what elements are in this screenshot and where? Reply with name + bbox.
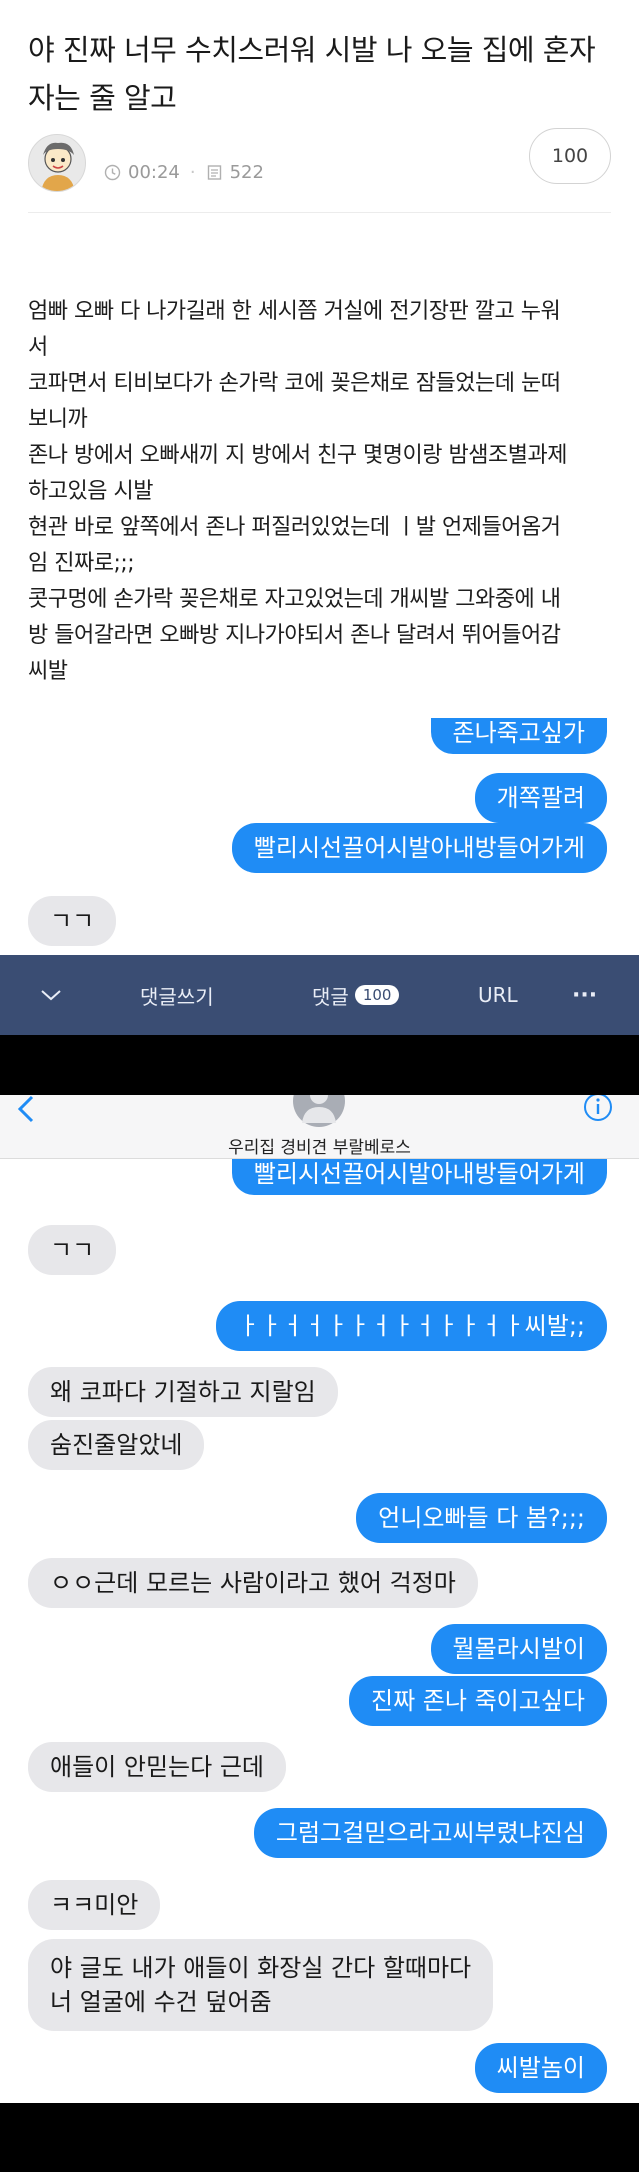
message-bubble-outgoing: 빨리시선끌어시발아내방들어가게 [231, 1159, 607, 1195]
message-bubble-outgoing: 씨발놈이 [474, 2043, 607, 2093]
post-body-line: 씨발 [28, 659, 68, 684]
post-body-line: 존나 방에서 오빠새끼 지 방에서 친구 몇명이랑 밤샘조별과제 [28, 443, 567, 468]
message-bubble-outgoing: 빨리시선끌어시발아내방들어가게 [231, 823, 607, 873]
views-icon [207, 165, 221, 180]
post-meta: 00:24 · 522 [104, 162, 264, 183]
message-text: 뭘몰라시발이 [452, 1635, 585, 1663]
post-body-line: 보니까 [28, 407, 88, 432]
message-text: 왜 코파다 기절하고 지랄임 [50, 1378, 316, 1406]
meta-separator: · [189, 162, 196, 183]
message-text: 언니오빠들 다 봄?;;; [378, 1504, 585, 1532]
message-bubble-outgoing: 존나죽고싶가 [430, 718, 607, 754]
post-body-line: 현관 바로 앞쪽에서 존나 퍼질러있었는데 ㅣ발 언제들어옴거 [28, 515, 561, 540]
message-bubble-outgoing: 그럼그걸믿으라고씨부렸냐진심 [253, 1808, 607, 1858]
post-body-line: 콧구멍에 손가락 꽂은채로 자고있었는데 개씨발 그와중에 내 [28, 587, 561, 612]
message-text: 너 얼굴에 수건 덮어줌 [50, 1988, 272, 2016]
message-text: 야 글도 내가 애들이 화장실 간다 할때마다 [50, 1954, 472, 1982]
message-text: 존나죽고싶가 [452, 719, 585, 747]
message-bubble-incoming: 왜 코파다 기절하고 지랄임 [28, 1367, 338, 1417]
comment-count: 100 [551, 145, 589, 167]
write-comment-button[interactable]: 댓글쓰기 [140, 955, 214, 1035]
message-text: 그럼그걸믿으라고씨부렸냐진심 [275, 1819, 585, 1847]
message-text: 빨리시선끌어시발아내방들어가게 [253, 834, 585, 862]
comments-label: 댓글 [312, 984, 349, 1009]
post-body-line: 하고있음 시발 [28, 479, 153, 504]
message-bubble-incoming: ㄱㄱ [28, 1225, 117, 1275]
comments-button[interactable]: 댓글 100 [312, 955, 400, 1035]
url-label: URL [478, 983, 518, 1007]
message-text: 애들이 안믿는다 근데 [50, 1753, 264, 1781]
message-text: ㄱㄱ [50, 907, 95, 935]
message-text: ㄱㄱ [50, 1236, 95, 1264]
divider [28, 212, 611, 213]
clock-icon [104, 164, 121, 181]
message-bubble-outgoing: 개쪽팔려 [474, 773, 607, 823]
url-button[interactable]: URL [478, 955, 518, 1035]
post-body-line: 서 [28, 335, 48, 360]
contact-avatar-icon[interactable] [290, 1095, 348, 1127]
back-arrow-icon[interactable] [12, 1095, 40, 1125]
message-bubble-incoming: ㅋㅋ미안 [28, 1880, 161, 1930]
message-text: 숨진줄알았네 [50, 1431, 183, 1459]
more-button[interactable]: ··· [572, 955, 597, 1035]
write-comment-label: 댓글쓰기 [140, 984, 214, 1009]
message-bubble-incoming: 숨진줄알았네 [28, 1420, 205, 1470]
bottom-toolbar: 댓글쓰기 댓글 100 URL ··· [0, 955, 639, 1035]
more-icon: ··· [572, 982, 598, 1008]
message-text: 개쪽팔려 [496, 784, 585, 812]
post-body-line: 엄빠 오빠 다 나가길래 한 세시쯤 거실에 전기장판 깔고 누워 [28, 299, 561, 324]
message-text: ㅋㅋ미안 [50, 1891, 139, 1919]
message-bubble-incoming: 야 글도 내가 애들이 화장실 간다 할때마다 너 얼굴에 수건 덮어줌 [28, 1939, 494, 2031]
post-body: 엄빠 오빠 다 나가길래 한 세시쯤 거실에 전기장판 깔고 누워 서 코파면서… [28, 294, 618, 690]
message-text: ㅇㅇ근데 모르는 사람이라고 했어 걱정마 [50, 1569, 456, 1597]
post-body-line: 임 진짜로;;; [28, 551, 135, 576]
separator-gap [0, 1035, 639, 1095]
post-body-line: 코파면서 티비보다가 손가락 코에 꽂은채로 잠들었는데 눈떠 [28, 371, 561, 396]
post-body-line: 방 들어갈라면 오빠방 지나가야되서 존나 달려서 뛰어들어감 [28, 623, 561, 648]
message-bubble-outgoing: 진짜 존나 죽이고싶다 [349, 1676, 607, 1726]
messenger-panel: 우리집 경비견 부랄베로스 빨리시선끌어시발아내방들어가게 ㄱㄱ ㅏㅏㅓㅓㅏㅏㅓ… [0, 1095, 639, 2103]
post-time: 00:24 [128, 162, 180, 183]
comments-count-badge: 100 [354, 985, 400, 1005]
post-title: 야 진짜 너무 수치스러워 시발 나 오늘 집에 혼자 자는 줄 알고 [28, 26, 618, 122]
author-avatar[interactable] [28, 134, 86, 192]
bottom-gap [0, 2103, 639, 2172]
collapse-button[interactable] [40, 955, 62, 1035]
message-text: ㅏㅏㅓㅓㅏㅏㅓㅏㅓㅏㅏㅓㅏ씨발;; [237, 1312, 585, 1340]
message-bubble-incoming: 애들이 안믿는다 근데 [28, 1742, 286, 1792]
contact-name: 우리집 경비견 부랄베로스 [228, 1138, 411, 1158]
message-bubble-outgoing: 뭘몰라시발이 [430, 1624, 607, 1674]
message-bubble-incoming: ㅇㅇ근데 모르는 사람이라고 했어 걱정마 [28, 1558, 478, 1608]
message-text: 진짜 존나 죽이고싶다 [371, 1687, 585, 1715]
post-title-line-2: 자는 줄 알고 [28, 81, 177, 115]
info-icon[interactable] [582, 1095, 614, 1123]
message-text: 씨발놈이 [496, 2054, 585, 2082]
post-panel: 야 진짜 너무 수치스러워 시발 나 오늘 집에 혼자 자는 줄 알고 00:2… [0, 0, 639, 955]
message-text: 빨리시선끌어시발아내방들어가게 [253, 1160, 585, 1188]
post-title-line-1: 야 진짜 너무 수치스러워 시발 나 오늘 집에 혼자 [28, 33, 596, 67]
comment-count-bubble[interactable]: 100 [529, 128, 611, 184]
chat-header: 우리집 경비견 부랄베로스 [0, 1095, 639, 1159]
post-views: 522 [229, 162, 264, 183]
message-bubble-outgoing: 언니오빠들 다 봄?;;; [356, 1493, 607, 1543]
chevron-down-icon [41, 990, 61, 1001]
message-bubble-incoming: ㄱㄱ [28, 896, 117, 946]
message-bubble-outgoing: ㅏㅏㅓㅓㅏㅏㅓㅏㅓㅏㅏㅓㅏ씨발;; [215, 1301, 607, 1351]
